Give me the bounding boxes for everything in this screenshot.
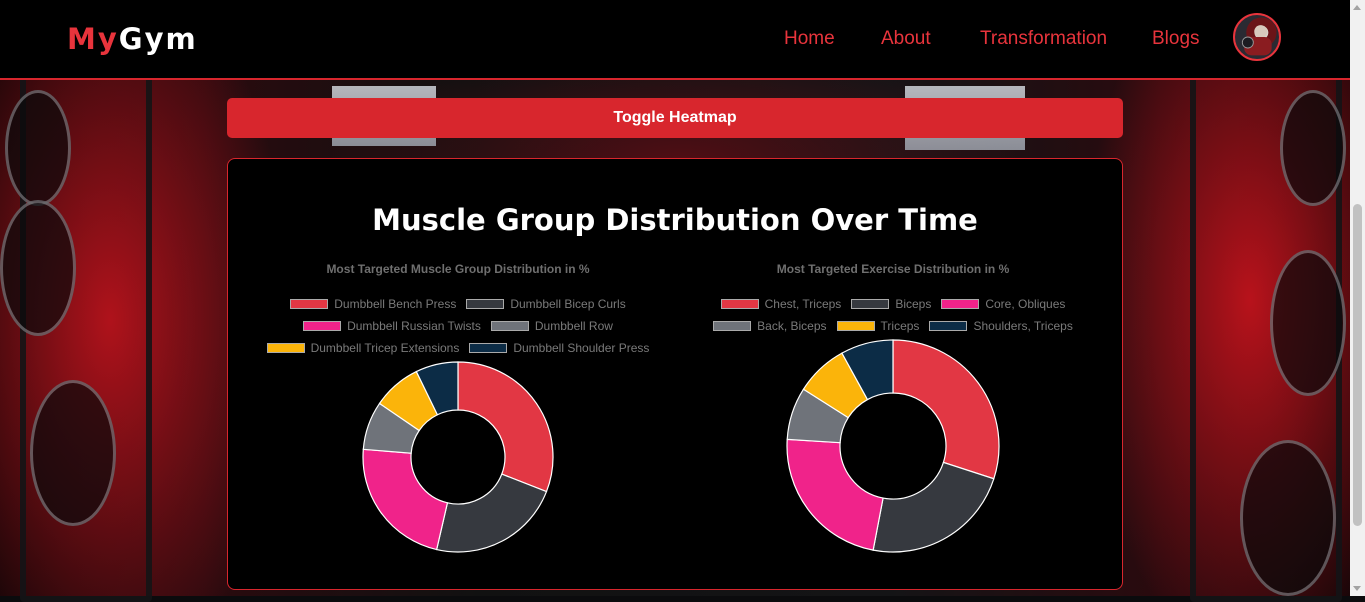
nav-link-about[interactable]: About [881, 28, 931, 50]
donut-slice[interactable] [362, 448, 449, 551]
donut-slice[interactable] [786, 438, 884, 551]
scrollbar-thumb[interactable] [1353, 204, 1362, 526]
donut-slice[interactable] [892, 339, 1000, 480]
scroll-up-arrow-icon[interactable] [1353, 5, 1361, 10]
distribution-panel: Muscle Group Distribution Over Time Most… [227, 158, 1123, 590]
donut-slice[interactable] [872, 461, 995, 553]
logo-my-text: My [67, 22, 119, 56]
muscle-group-donut-chart: Most Targeted Muscle Group Distribution … [238, 257, 678, 587]
nav-link-transformation[interactable]: Transformation [980, 28, 1107, 50]
nav-link-home[interactable]: Home [784, 28, 835, 50]
donut-slice[interactable] [435, 473, 548, 553]
user-avatar[interactable] [1233, 13, 1281, 61]
toggle-heatmap-button[interactable]: Toggle Heatmap [227, 98, 1123, 138]
logo-gym-text: Gym [118, 22, 198, 56]
donut-plot [786, 339, 1000, 553]
donut-slice[interactable] [457, 361, 554, 493]
page-scrollbar[interactable] [1350, 0, 1365, 596]
avatar-photo-icon [1241, 25, 1272, 56]
donut-plot [362, 361, 554, 553]
exercise-donut-chart: Most Targeted Exercise Distribution in %… [673, 257, 1113, 587]
top-navbar: MyGym Home About Transformation Blogs [0, 0, 1350, 80]
scroll-down-arrow-icon[interactable] [1353, 586, 1361, 591]
nav-link-blogs[interactable]: Blogs [1152, 28, 1200, 50]
panel-title: Muscle Group Distribution Over Time [372, 203, 978, 237]
brand-logo[interactable]: MyGym [67, 22, 198, 56]
